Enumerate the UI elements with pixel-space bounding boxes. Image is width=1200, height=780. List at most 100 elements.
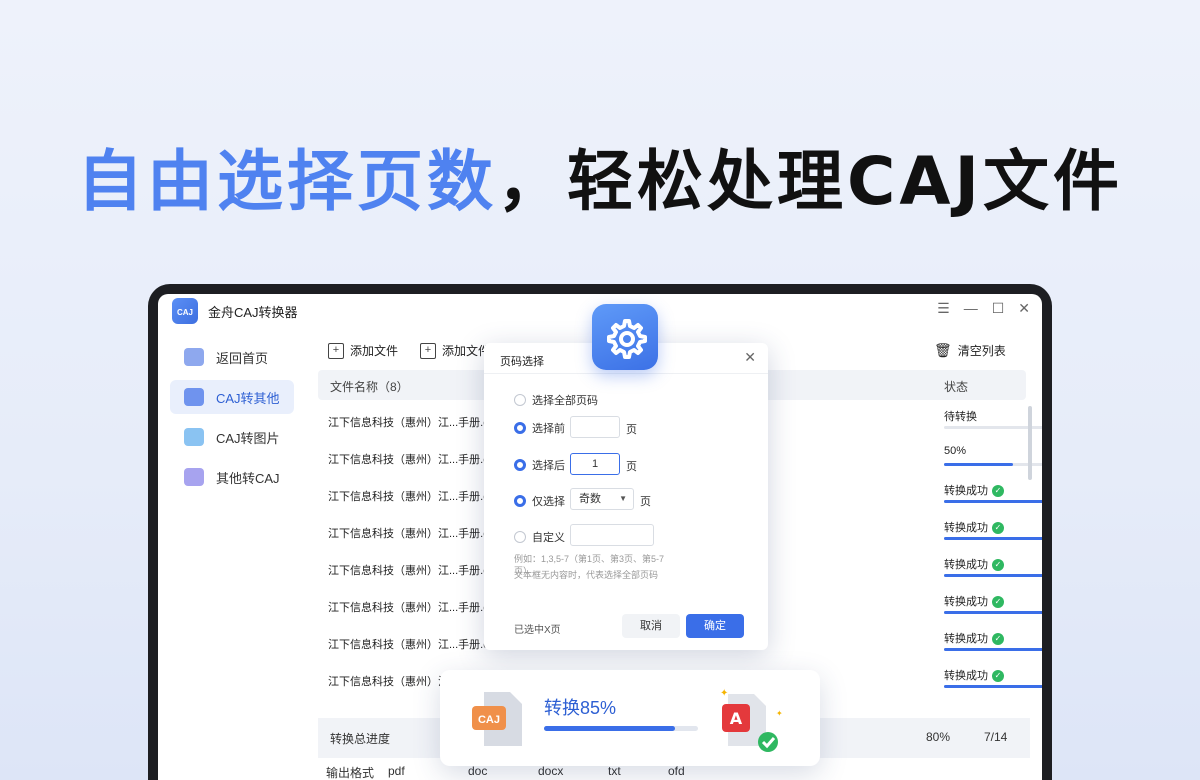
- caj-file-icon: CAJ: [472, 692, 522, 746]
- status-text: 转换成功 ✓: [944, 556, 1004, 572]
- sidebar-item-label: 返回首页: [216, 350, 269, 366]
- option-last-pages[interactable]: 选择后: [514, 457, 565, 473]
- settings-gear-icon: [592, 304, 658, 370]
- selected-count: 已选中X页: [514, 625, 561, 636]
- progress-label: 转换85%: [544, 698, 617, 718]
- clear-list-button[interactable]: 🗑 清空列表: [934, 342, 1006, 359]
- minimize-icon[interactable]: —: [964, 300, 978, 317]
- format-ofd[interactable]: ofd: [668, 764, 685, 778]
- add-file-label: 添加文件: [350, 344, 399, 358]
- add-file-icon: +: [328, 342, 344, 359]
- svg-text:A: A: [730, 709, 743, 728]
- file-name: 江下信息科技（惠州）江...手册.c: [328, 454, 489, 466]
- row-progress: [944, 537, 1042, 540]
- option-all-pages[interactable]: 选择全部页码: [514, 392, 598, 408]
- sidebar-item-label: 其他转CAJ: [216, 470, 280, 486]
- unit-label: 页: [626, 424, 637, 436]
- file-name: 江下信息科技（惠州）江...手册.c: [328, 639, 489, 651]
- status-text: 转换成功 ✓: [944, 667, 1004, 683]
- format-docx[interactable]: docx: [538, 764, 563, 778]
- success-icon: ✓: [992, 670, 1004, 683]
- format-txt[interactable]: txt: [608, 764, 621, 778]
- odd-even-select[interactable]: 奇数 ▼: [570, 488, 634, 510]
- cancel-button[interactable]: 取消: [622, 614, 680, 638]
- window-controls: ☰ — ☐ ✕: [937, 300, 1030, 317]
- close-icon[interactable]: ✕: [1018, 300, 1030, 317]
- custom-hint-empty: 文本框无内容时，代表选择全部页码: [514, 570, 659, 580]
- unit-label: 页: [640, 496, 651, 508]
- scrollbar[interactable]: [1028, 406, 1032, 480]
- option-first-pages[interactable]: 选择前: [514, 420, 565, 436]
- sidebar-item-home[interactable]: 返回首页: [170, 340, 294, 374]
- custom-pages-input[interactable]: [570, 524, 654, 546]
- confirm-button[interactable]: 确定: [686, 614, 744, 638]
- menu-icon[interactable]: ☰: [937, 300, 950, 317]
- total-percent: 80%: [926, 730, 951, 744]
- option-custom[interactable]: 自定义: [514, 529, 565, 545]
- radio-icon[interactable]: [514, 531, 526, 543]
- row-progress: [944, 685, 1042, 688]
- add-folder-button[interactable]: + 添加文件: [420, 342, 490, 359]
- dialog-close-icon[interactable]: ✕: [744, 349, 756, 366]
- total-progress-label: 转换总进度: [330, 732, 391, 746]
- success-icon: ✓: [992, 522, 1004, 535]
- radio-icon[interactable]: [514, 459, 526, 471]
- progress-fill: [544, 726, 675, 731]
- success-icon: ✓: [992, 633, 1004, 646]
- app-logo: CAJ: [172, 298, 198, 324]
- col-status: 状态: [944, 380, 969, 394]
- headline-dark: ，轻松处理CAJ文件: [496, 143, 1124, 220]
- radio-icon[interactable]: [514, 394, 526, 406]
- svg-text:✦: ✦: [720, 688, 728, 699]
- status-text: 转换成功 ✓: [944, 630, 1004, 646]
- unit-label: 页: [626, 461, 637, 473]
- status-text: 待转换: [944, 411, 977, 423]
- row-progress: [944, 574, 1042, 577]
- dialog-title: 页码选择: [500, 356, 544, 368]
- sidebar-item-label: CAJ转图片: [216, 430, 280, 446]
- success-icon: ✓: [992, 596, 1004, 609]
- home-icon: [184, 348, 204, 366]
- sidebar-item-caj-to-image[interactable]: CAJ转图片: [170, 420, 294, 454]
- trash-icon: 🗑: [934, 342, 952, 358]
- conversion-progress-card: CAJ 转换85% A ✦ ✦: [440, 670, 820, 766]
- success-icon: ✓: [992, 485, 1004, 498]
- status-text: 转换成功 ✓: [944, 593, 1004, 609]
- col-name: 文件名称（8）: [330, 380, 409, 394]
- headline-blue: 自由选择页数: [76, 143, 497, 220]
- radio-icon[interactable]: [514, 422, 526, 434]
- svg-text:CAJ: CAJ: [478, 714, 500, 726]
- sidebar: 返回首页 CAJ转其他 CAJ转图片 其他转CAJ: [158, 334, 308, 500]
- status-text: 转换成功 ✓: [944, 482, 1004, 498]
- last-pages-input[interactable]: 1: [570, 453, 620, 475]
- file-name: 江下信息科技（惠州）江...手册.c: [328, 565, 489, 577]
- output-format-label: 输出格式: [326, 766, 375, 780]
- chevron-down-icon: ▼: [619, 494, 627, 503]
- add-file-button[interactable]: + 添加文件: [328, 342, 398, 359]
- status-text: 50%: [944, 445, 967, 457]
- caj-file-icon: [184, 468, 204, 486]
- clear-list-label: 清空列表: [957, 344, 1006, 358]
- headline: 自由选择页数，轻松处理CAJ文件: [0, 128, 1200, 224]
- total-count: 7/14: [984, 730, 1008, 744]
- format-pdf[interactable]: pdf: [388, 764, 405, 778]
- first-pages-input[interactable]: [570, 416, 620, 438]
- maximize-icon[interactable]: ☐: [992, 300, 1005, 317]
- radio-icon[interactable]: [514, 495, 526, 507]
- app-title: 金舟CAJ转换器: [208, 305, 298, 320]
- image-icon: [184, 428, 204, 446]
- page-select-dialog: 页码选择 ✕ 选择全部页码 选择前 页 选择后 1 页 仅选择 奇数 ▼ 页 自…: [484, 343, 768, 650]
- option-only-pages[interactable]: 仅选择: [514, 493, 565, 509]
- file-name: 江下信息科技（惠州）江...手册.c: [328, 602, 489, 614]
- row-progress: [944, 500, 1042, 503]
- success-icon: ✓: [992, 559, 1004, 572]
- add-folder-label: 添加文件: [442, 344, 491, 358]
- file-name: 江下信息科技（惠州）江...手册.c: [328, 528, 489, 540]
- row-progress: [944, 611, 1042, 614]
- pdf-file-icon: A ✦ ✦: [720, 688, 783, 752]
- status-text: 转换成功 ✓: [944, 519, 1004, 535]
- sidebar-item-caj-to-other[interactable]: CAJ转其他: [170, 380, 294, 414]
- format-doc[interactable]: doc: [468, 764, 487, 778]
- sidebar-item-other-to-caj[interactable]: 其他转CAJ: [170, 460, 294, 494]
- add-folder-icon: +: [420, 342, 436, 359]
